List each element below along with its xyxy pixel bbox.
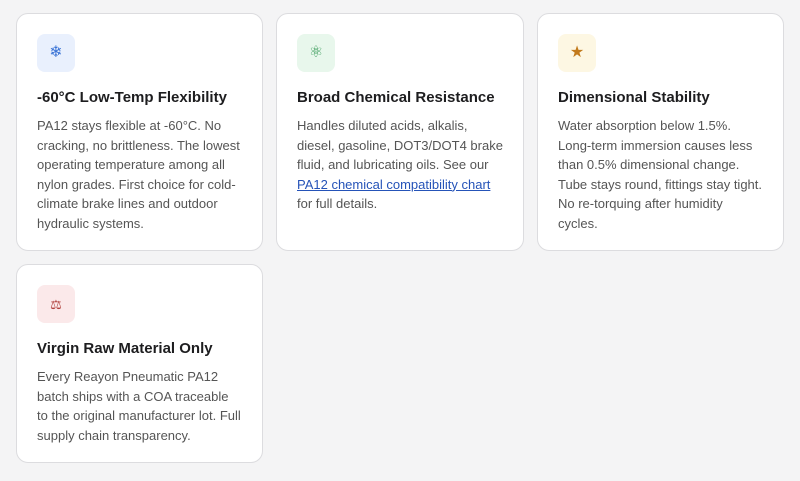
card-title: Dimensional Stability <box>558 89 710 106</box>
star-icon: ★ <box>558 34 596 72</box>
card-body-text: Handles diluted acids, alkalis, diesel, … <box>297 118 503 172</box>
feature-card-low-temp: ❄ -60°C Low-Temp Flexibility PA12 stays … <box>16 13 263 251</box>
feature-grid: ❄ -60°C Low-Temp Flexibility PA12 stays … <box>0 0 800 481</box>
feature-card-chemical: ⚛ Broad Chemical Resistance Handles dilu… <box>276 13 524 251</box>
card-body: Every Reayon Pneumatic PA12 batch ships … <box>37 369 241 443</box>
card-title: Virgin Raw Material Only <box>37 340 213 357</box>
card-body-text-after: for full details. <box>297 196 378 211</box>
snowflake-icon: ❄ <box>37 34 75 72</box>
scale-icon: ⚖ <box>37 285 75 323</box>
card-body: Water absorption below 1.5%. Long-term i… <box>558 118 763 231</box>
card-body: PA12 stays flexible at -60°C. No crackin… <box>37 118 240 231</box>
chemical-compatibility-chart-link[interactable]: PA12 chemical compatibility chart <box>297 177 490 192</box>
feature-card-virgin-material: ⚖ Virgin Raw Material Only Every Reayon … <box>16 264 263 463</box>
card-title: -60°C Low-Temp Flexibility <box>37 89 227 106</box>
feature-card-dimensional: ★ Dimensional Stability Water absorption… <box>537 13 784 251</box>
card-body: Handles diluted acids, alkalis, diesel, … <box>297 116 503 214</box>
card-title: Broad Chemical Resistance <box>297 89 495 106</box>
atom-icon: ⚛ <box>297 34 335 72</box>
